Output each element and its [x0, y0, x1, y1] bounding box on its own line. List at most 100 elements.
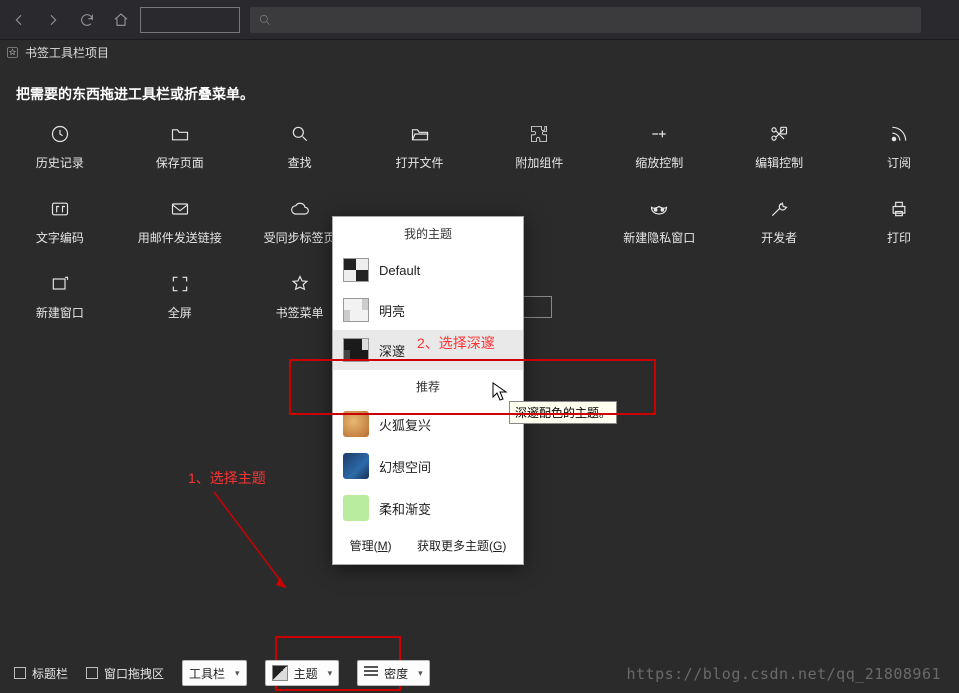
u: G [493, 539, 502, 553]
annotation-label-step1: 1、选择主题 [188, 468, 266, 488]
tool-label: 编辑控制 [755, 154, 803, 171]
right-spacer [925, 6, 955, 34]
tool-email-link[interactable]: 用邮件发送链接 [120, 199, 240, 246]
tool-label: 订阅 [887, 154, 911, 171]
clock-icon [49, 124, 71, 144]
print-icon [888, 199, 910, 219]
url-input[interactable] [140, 7, 240, 33]
theme-label: 明亮 [379, 301, 405, 320]
theme-light[interactable]: 明亮 [333, 290, 523, 330]
bookmark-toolbar: 书签工具栏项目 [0, 40, 959, 64]
star-menu-icon [289, 274, 311, 294]
tool-label: 打开文件 [396, 154, 444, 171]
theme-thumb [343, 338, 369, 362]
new-window-icon [49, 274, 71, 294]
t: ) [502, 539, 506, 553]
u: M [378, 539, 388, 553]
get-more-themes-link[interactable]: 获取更多主题(G) [417, 537, 506, 554]
tool-open-file[interactable]: 打开文件 [360, 124, 480, 171]
tool-label: 保存页面 [156, 154, 204, 171]
reload-button[interactable] [72, 6, 102, 34]
tool-print[interactable]: 打印 [839, 199, 959, 246]
checkbox-label: 窗口拖拽区 [104, 665, 164, 682]
theme-default[interactable]: Default [333, 250, 523, 290]
theme-thumb [343, 453, 369, 479]
tool-label: 附加组件 [515, 154, 563, 171]
theme-label: 幻想空间 [379, 457, 431, 476]
theme-label: 柔和渐变 [379, 499, 431, 518]
toolbar-dropdown[interactable]: 工具栏 ▾ [182, 660, 247, 686]
tool-find[interactable]: 查找 [240, 124, 360, 171]
puzzle-icon [528, 124, 550, 144]
theme-thumb [343, 495, 369, 521]
theme-thumb [343, 411, 369, 437]
fullscreen-icon [169, 274, 191, 294]
tool-label: 受同步标签页 [264, 229, 336, 246]
rss-icon [888, 124, 910, 144]
forward-button[interactable] [38, 6, 68, 34]
search-input[interactable] [250, 7, 921, 33]
tool-fullscreen[interactable]: 全屏 [120, 274, 240, 321]
density-dropdown[interactable]: 密度▾ [357, 660, 430, 686]
tool-rss[interactable]: 订阅 [839, 124, 959, 171]
tool-label: 新建窗口 [36, 304, 84, 321]
theme-label: 火狐复兴 [379, 415, 431, 434]
popup-footer: 管理(M) 获取更多主题(G) [333, 529, 523, 564]
tool-addons[interactable]: 附加组件 [480, 124, 600, 171]
tool-label: 文字编码 [36, 229, 84, 246]
folder-icon [169, 124, 191, 144]
mask-icon [648, 199, 670, 219]
tool-zoom[interactable]: 缩放控制 [599, 124, 719, 171]
home-button[interactable] [106, 6, 136, 34]
annotation-arrow [208, 488, 298, 600]
tool-label: 新建隐私窗口 [623, 229, 695, 246]
theme-tooltip: 深邃配色的主题。 [509, 401, 617, 424]
bookmark-toolbar-label: 书签工具栏项目 [25, 44, 109, 61]
checkbox-label: 标题栏 [32, 665, 68, 682]
tool-label: 缩放控制 [635, 154, 683, 171]
tool-label: 书签菜单 [276, 304, 324, 321]
instruction-text: 把需要的东西拖进工具栏或折叠菜单。 [0, 64, 959, 114]
chevron-down-icon: ▾ [328, 668, 333, 679]
tool-edit[interactable]: 编辑控制 [719, 124, 839, 171]
popup-my-themes-header: 我的主题 [333, 217, 523, 250]
checkbox-icon [86, 667, 98, 679]
theme-dropdown[interactable]: 主题 ▾ [265, 660, 340, 686]
star-icon [6, 46, 19, 59]
open-folder-icon [409, 124, 431, 144]
chevron-down-icon: ▾ [418, 668, 423, 679]
theme-firefox-revival[interactable]: 火狐复兴 [333, 403, 523, 445]
search-icon [289, 124, 311, 144]
tool-save-page[interactable]: 保存页面 [120, 124, 240, 171]
drag-region-checkbox[interactable]: 窗口拖拽区 [86, 665, 164, 682]
tool-history[interactable]: 历史记录 [0, 124, 120, 171]
chevron-down-icon: ▾ [235, 668, 240, 679]
wrench-icon [768, 199, 790, 219]
tool-private[interactable]: 新建隐私窗口 [599, 199, 719, 246]
t: 管理( [350, 539, 378, 553]
top-nav [0, 0, 959, 40]
tool-developer[interactable]: 开发者 [719, 199, 839, 246]
theme-soft-gradient[interactable]: 柔和渐变 [333, 487, 523, 529]
theme-thumb [343, 298, 369, 322]
back-button[interactable] [4, 6, 34, 34]
theme-fantasy-space[interactable]: 幻想空间 [333, 445, 523, 487]
hidden-behind-popup [522, 296, 552, 318]
zoom-icon [648, 124, 670, 144]
tool-encoding[interactable]: 文字编码 [0, 199, 120, 246]
t: 获取更多主题( [417, 539, 493, 553]
t: ) [388, 539, 392, 553]
titlebar-checkbox[interactable]: 标题栏 [14, 665, 68, 682]
mail-icon [169, 199, 191, 219]
tool-label: 全屏 [168, 304, 192, 321]
manage-themes-link[interactable]: 管理(M) [350, 537, 392, 554]
dropdown-label: 工具栏 [189, 665, 225, 682]
theme-swatch-icon [272, 665, 288, 681]
checkbox-icon [14, 667, 26, 679]
popup-recommended-header: 推荐 [333, 370, 523, 403]
text-icon [49, 199, 71, 219]
theme-thumb [343, 258, 369, 282]
tool-label: 用邮件发送链接 [138, 229, 222, 246]
tool-new-window[interactable]: 新建窗口 [0, 274, 120, 321]
dropdown-label: 主题 [294, 665, 318, 682]
